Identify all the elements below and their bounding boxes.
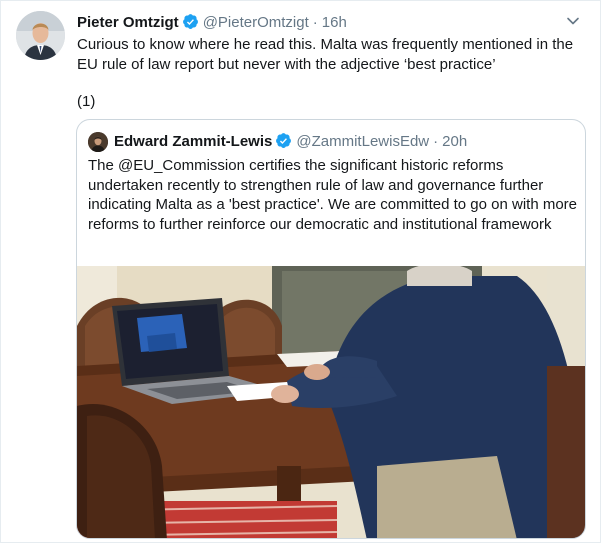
quoted-author-name: Edward Zammit-Lewis <box>114 133 273 150</box>
quoted-tweet-timestamp: 20h <box>442 133 468 150</box>
quoted-verified-badge-icon <box>276 133 292 148</box>
avatar-photo <box>16 11 65 60</box>
quoted-separator-dot: · <box>433 133 439 150</box>
author-name[interactable]: Pieter Omtzigt <box>77 14 179 31</box>
separator-dot: · <box>312 14 318 31</box>
quoted-tweet-text: The @EU_Commission certifies the signifi… <box>88 157 578 233</box>
quoted-tweet[interactable]: Edward Zammit-Lewis @ZammitLewisEdw · 20h T… <box>76 119 586 539</box>
quoted-avatar-photo <box>88 132 108 152</box>
thread-counter: (1) <box>77 93 96 110</box>
quoted-tweet-header: Edward Zammit-Lewis @ZammitLewisEdw · 20h <box>114 132 575 152</box>
quoted-tweet-photo[interactable] <box>77 266 585 539</box>
tweet-text: Curious to know where he read this. Malt… <box>77 36 574 73</box>
author-handle[interactable]: @PieterOmtzigt <box>203 14 309 31</box>
quoted-author-avatar <box>88 132 108 152</box>
author-avatar[interactable] <box>16 11 65 60</box>
tweet[interactable]: Pieter Omtzigt @PieterOmtzigt · 16h Curious… <box>0 0 601 543</box>
quoted-author-handle: @ZammitLewisEdw <box>296 133 430 150</box>
tweet-timestamp[interactable]: 16h <box>322 14 347 31</box>
chevron-down-icon[interactable] <box>566 14 580 28</box>
verified-badge-icon <box>182 14 198 29</box>
tweet-header: Pieter Omtzigt @PieterOmtzigt · 16h <box>77 13 584 33</box>
